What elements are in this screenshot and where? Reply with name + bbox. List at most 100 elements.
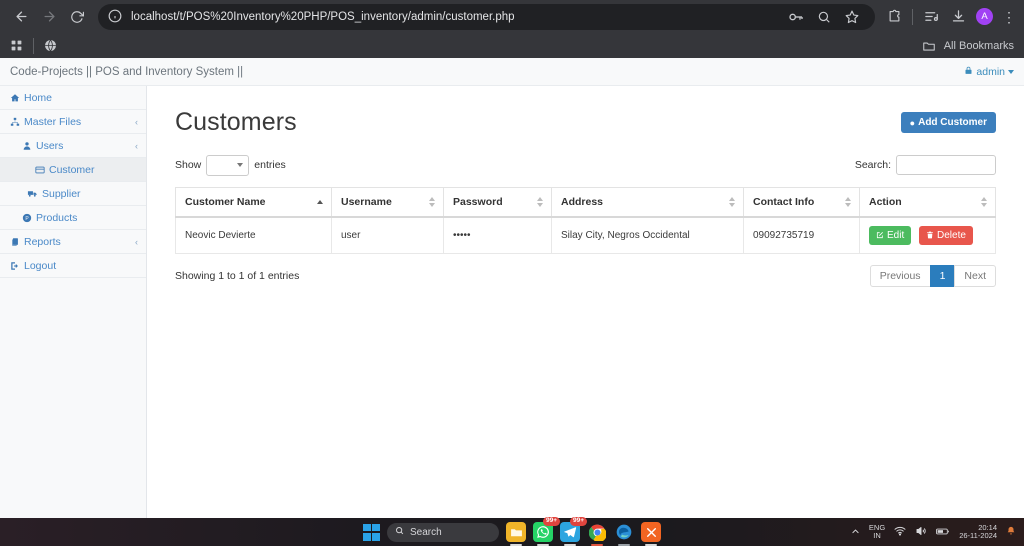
sidebar-item-label: Master Files [24,115,82,128]
table-info-text: Showing 1 to 1 of 1 entries [175,270,300,282]
taskbar-search-label: Search [410,526,442,538]
page-body: Home Master Files ‹ Users ‹ Customer Sup… [0,86,1024,518]
delete-label: Delete [937,230,966,241]
cell-username: user [331,216,444,254]
address-bar[interactable]: localhost/t/POS%20Inventory%20PHP/POS_in… [98,3,875,30]
reading-list-icon[interactable] [922,8,940,26]
all-bookmarks-label: All Bookmarks [943,39,1014,52]
sidebar-item-users[interactable]: Users ‹ [0,134,146,158]
main-content: Customers ● Add Customer Show entries Se… [147,86,1024,518]
windows-start-icon[interactable] [363,523,380,541]
entries-label: entries [254,159,286,171]
show-hidden-icons-icon[interactable] [851,527,860,538]
chrome-icon[interactable] [587,522,607,546]
sidebar-item-reports[interactable]: Reports ‹ [0,230,146,254]
password-key-icon[interactable] [787,8,805,26]
sidebar-item-products[interactable]: P Products [0,206,146,230]
content-card: Customers ● Add Customer Show entries Se… [147,86,1024,518]
reload-icon[interactable] [64,4,90,30]
table-body: Neovic Devierte user ••••• Silay City, N… [175,216,996,254]
cell-password: ••••• [443,216,552,254]
delete-button[interactable]: Delete [919,226,973,245]
forward-arrow-icon[interactable] [36,4,62,30]
customers-table: Customer Name Username Password Address … [175,187,996,254]
table-footer: Showing 1 to 1 of 1 entries Previous 1 N… [175,265,996,287]
apps-grid-icon[interactable] [10,39,23,52]
search-zoom-icon[interactable] [815,8,833,26]
taskbar-search-box[interactable]: Search [387,522,499,542]
sort-ascending-icon [317,200,323,204]
language-region: IN [873,531,881,540]
edit-label: Edit [887,230,905,241]
edge-icon[interactable] [614,522,634,546]
site-info-icon[interactable] [108,9,123,24]
sidebar-item-home[interactable]: Home [0,86,146,110]
bookmark-divider [33,37,34,54]
sidebar-item-label: Customer [49,163,95,176]
xampp-icon[interactable] [641,522,661,546]
sidebar: Home Master Files ‹ Users ‹ Customer Sup… [0,86,147,518]
column-header-username[interactable]: Username [331,187,444,218]
system-tray: ENG IN 20:14 26-11-2024 [851,523,1016,541]
admin-user-menu[interactable]: admin [964,66,1014,78]
logout-icon [8,261,21,271]
sort-icon [537,197,543,207]
page-viewport: Code-Projects || POS and Inventory Syste… [0,58,1024,518]
chevron-left-icon: ‹ [135,140,138,151]
sidebar-item-label: Reports [24,235,61,248]
downloads-icon[interactable] [949,8,967,26]
sidebar-item-master-files[interactable]: Master Files ‹ [0,110,146,134]
volume-icon[interactable] [915,525,927,539]
column-header-customer-name[interactable]: Customer Name [175,187,332,218]
globe-bookmark-icon[interactable] [44,39,57,52]
pagination-previous[interactable]: Previous [869,265,931,287]
browser-actions: A ⋮ [883,8,1016,26]
entries-per-page-select[interactable] [206,154,250,176]
taskbar-clock[interactable]: 20:14 26-11-2024 [959,523,997,541]
search-icon [395,526,404,538]
column-header-contact-info[interactable]: Contact Info [743,187,860,218]
sidebar-item-logout[interactable]: Logout [0,254,146,278]
telegram-badge: 99+ [569,517,587,526]
notification-bell-icon[interactable] [1006,526,1016,539]
wifi-icon[interactable] [894,525,906,539]
cell-address: Silay City, Negros Occidental [551,216,744,254]
chevron-left-icon: ‹ [135,236,138,247]
column-label: Contact Info [753,196,815,208]
home-icon [8,93,21,103]
pagination-next[interactable]: Next [954,265,996,287]
kebab-menu-icon[interactable]: ⋮ [1002,10,1016,24]
truck-icon [26,188,39,199]
all-bookmarks-entry[interactable]: All Bookmarks [922,39,1014,53]
bookmark-star-icon[interactable] [843,8,861,26]
sidebar-item-customer[interactable]: Customer [0,158,146,182]
add-customer-button[interactable]: ● Add Customer [900,112,996,133]
sidebar-item-supplier[interactable]: Supplier [0,182,146,206]
profile-avatar[interactable]: A [976,8,993,25]
caret-down-icon [1008,69,1014,74]
extensions-puzzle-icon[interactable] [885,8,903,26]
sort-icon [729,197,735,207]
column-label: Action [869,196,902,208]
sidebar-item-label: Products [36,211,78,224]
column-header-address[interactable]: Address [551,187,744,218]
clock-date: 26-11-2024 [959,531,997,540]
page-header: Customers ● Add Customer [175,108,996,137]
back-arrow-icon[interactable] [8,4,34,30]
folder-icon [922,39,936,53]
pagination-page-1[interactable]: 1 [929,265,956,287]
telegram-icon[interactable]: 99+ [560,517,587,546]
column-header-password[interactable]: Password [443,187,552,218]
sitemap-icon [8,117,21,127]
taskbar-center-group: Search 99+ 99+ [363,517,661,546]
show-entries-control: Show entries [175,154,286,176]
edit-button[interactable]: Edit [869,226,912,245]
column-header-action[interactable]: Action [859,187,996,218]
whatsapp-icon[interactable]: 99+ [533,517,560,546]
address-bar-url: localhost/t/POS%20Inventory%20PHP/POS_in… [131,10,515,23]
file-explorer-icon[interactable] [506,522,526,546]
language-indicator[interactable]: ENG IN [869,524,885,540]
battery-icon[interactable] [936,526,950,539]
search-input[interactable] [896,155,996,175]
sidebar-item-label: Supplier [42,187,81,200]
